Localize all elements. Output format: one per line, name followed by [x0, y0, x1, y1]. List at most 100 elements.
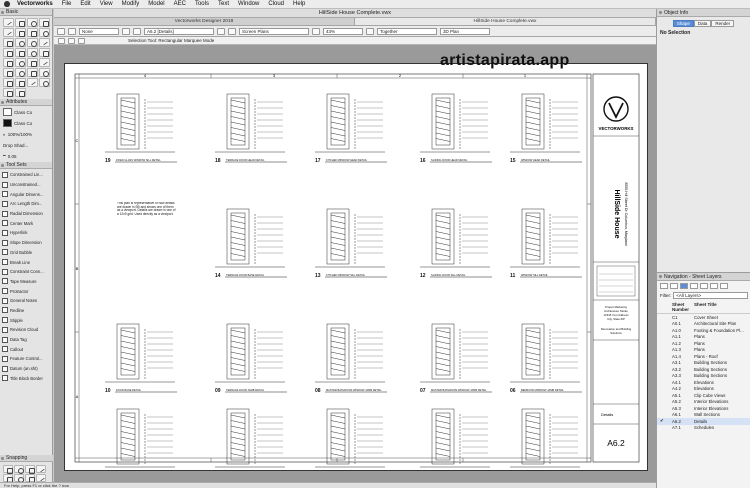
rounded-rect-tool-icon[interactable] [3, 38, 14, 47]
saved-views-panel-icon[interactable] [700, 283, 708, 289]
render-mode-icon[interactable] [133, 27, 141, 35]
toolset-item[interactable]: Break Line [2, 257, 50, 267]
menu-model[interactable]: Model [148, 1, 164, 7]
double-line-tool-icon[interactable] [39, 48, 50, 57]
layer-options-icon[interactable] [217, 27, 225, 35]
classes-view-icon[interactable] [660, 283, 668, 289]
plane-select[interactable]: 3D Plan [440, 27, 490, 35]
move-tool-icon[interactable] [3, 78, 14, 87]
snap-grid-icon[interactable] [3, 465, 13, 474]
polygon-tool-icon[interactable] [15, 48, 26, 57]
toolset-item[interactable]: Arc Length Dim... [2, 199, 50, 209]
toolset-item[interactable]: Radial Dimension [2, 209, 50, 219]
zoom-field[interactable]: 43% [323, 27, 363, 35]
viewports-icon[interactable] [690, 283, 698, 289]
toolset-item[interactable]: General Notes [2, 296, 50, 306]
toolset-item[interactable]: Angular Dimens... [2, 189, 50, 199]
saved-views-icon[interactable] [366, 27, 374, 35]
trim-tool-icon[interactable] [39, 58, 50, 67]
fillet-tool-icon[interactable] [15, 68, 26, 77]
sheet-layers-icon[interactable] [680, 283, 688, 289]
toolset-item[interactable]: Protractor [2, 286, 50, 296]
menu-modify[interactable]: Modify [122, 1, 140, 7]
tab-vectorworks[interactable]: Vectorworks Designer 2018 [54, 18, 355, 25]
split-tool-icon[interactable] [15, 78, 26, 87]
menu-file[interactable]: File [62, 1, 72, 7]
forward-icon[interactable] [68, 27, 76, 35]
menu-view[interactable]: View [100, 1, 113, 7]
design-layers-icon[interactable] [670, 283, 678, 289]
toolset-item[interactable]: Center Mark [2, 218, 50, 228]
render-select[interactable]: Together [377, 27, 437, 35]
zoom-tool-icon[interactable] [27, 18, 38, 27]
tab-shape[interactable]: Shape [672, 20, 694, 27]
sheet-row[interactable]: ✔ A6.2 Details [657, 418, 750, 425]
toolset-item[interactable]: Unconstrained... [2, 180, 50, 190]
toolset-item[interactable]: Tape Measure [2, 277, 50, 287]
toolsets-palette-title[interactable]: Tool Sets [0, 162, 52, 169]
rect-marquee-mode-icon[interactable] [58, 37, 65, 44]
snap-tangent-icon[interactable] [14, 474, 24, 483]
fill-swatch[interactable] [3, 108, 12, 116]
active-layer-select[interactable]: A6.2 [Details] [144, 27, 214, 35]
toolset-item[interactable]: Slope Dimension [2, 238, 50, 248]
drawing-canvas[interactable]: 4 3 2 1 C B A 19 FIXED GLASS WINDOW SILL … [54, 45, 656, 482]
basic-palette-title[interactable]: Basic [0, 9, 52, 16]
spiral-tool-icon[interactable] [27, 48, 38, 57]
freehand-tool-icon[interactable] [39, 38, 50, 47]
eyedropper-tool-icon[interactable] [3, 58, 14, 67]
fill-class-label[interactable]: Class Co [14, 110, 32, 115]
col-sheet-title[interactable]: Sheet Title [694, 302, 748, 312]
snap-distance-icon[interactable] [3, 474, 13, 483]
drop-shadow-label[interactable]: Drop Shad... [3, 143, 28, 148]
offset-tool-icon[interactable] [3, 68, 14, 77]
snapping-palette-title[interactable]: Snapping [0, 455, 53, 462]
class-visibility-icon[interactable] [228, 27, 236, 35]
menu-aec[interactable]: AEC [174, 1, 186, 7]
walkthrough-tool-icon[interactable] [3, 88, 14, 97]
attribute-mapping-tool-icon[interactable] [15, 58, 26, 67]
poly-marquee-mode-icon[interactable] [78, 37, 85, 44]
menu-cloud[interactable]: Cloud [268, 1, 284, 7]
rotate-tool-icon[interactable] [39, 68, 50, 77]
standard-views-icon[interactable] [122, 27, 130, 35]
toolset-item[interactable]: Redline [2, 306, 50, 316]
toolset-item[interactable]: Grid Bubble [2, 248, 50, 258]
line-tool-icon[interactable] [3, 28, 14, 37]
pen-class-label[interactable]: Class Co [14, 121, 32, 126]
tab-hillside[interactable]: HillSide House Complete.vwx [355, 18, 656, 25]
navigation-title[interactable]: Navigation - Sheet Layers [657, 273, 750, 281]
menu-help[interactable]: Help [293, 1, 305, 7]
menu-window[interactable]: Window [238, 1, 259, 7]
circle-tool-icon[interactable] [39, 28, 50, 37]
toolset-item[interactable]: Hyperlink [2, 228, 50, 238]
symbols-icon[interactable] [720, 283, 728, 289]
stroke-value[interactable]: 0.05 [8, 154, 17, 159]
menu-text[interactable]: Text [218, 1, 229, 7]
active-class-select[interactable]: Screen Plans [239, 27, 309, 35]
apple-icon[interactable] [4, 1, 10, 7]
toolset-item[interactable]: Constrained Lin... [2, 170, 50, 180]
toolset-item[interactable]: Stipple [2, 315, 50, 325]
attributes-palette-title[interactable]: Attributes [0, 99, 52, 106]
filter-select[interactable]: <All Layers> [673, 292, 748, 299]
arc-tool-icon[interactable] [27, 38, 38, 47]
menu-tools[interactable]: Tools [195, 1, 209, 7]
snap-angle-icon[interactable] [25, 465, 35, 474]
toolset-item[interactable]: Revision Cloud [2, 325, 50, 335]
pan-tool-icon[interactable] [15, 18, 26, 27]
lasso-mode-icon[interactable] [68, 37, 75, 44]
references-icon[interactable] [710, 283, 718, 289]
tab-render[interactable]: Render [711, 20, 735, 27]
active-check-icon[interactable]: ✔ [660, 418, 672, 424]
back-icon[interactable] [57, 27, 65, 35]
toolset-item[interactable]: Data Tag [2, 335, 50, 345]
toolset-item[interactable]: Constraint Conn... [2, 267, 50, 277]
toolset-item[interactable]: Callout [2, 344, 50, 354]
polyline-tool-icon[interactable] [3, 48, 14, 57]
oval-tool-icon[interactable] [15, 38, 26, 47]
rectangle-tool-icon[interactable] [27, 28, 38, 37]
mirror-tool-icon[interactable] [27, 68, 38, 77]
view-select[interactable]: None [79, 27, 119, 35]
layer-visibility-icon[interactable] [312, 27, 320, 35]
